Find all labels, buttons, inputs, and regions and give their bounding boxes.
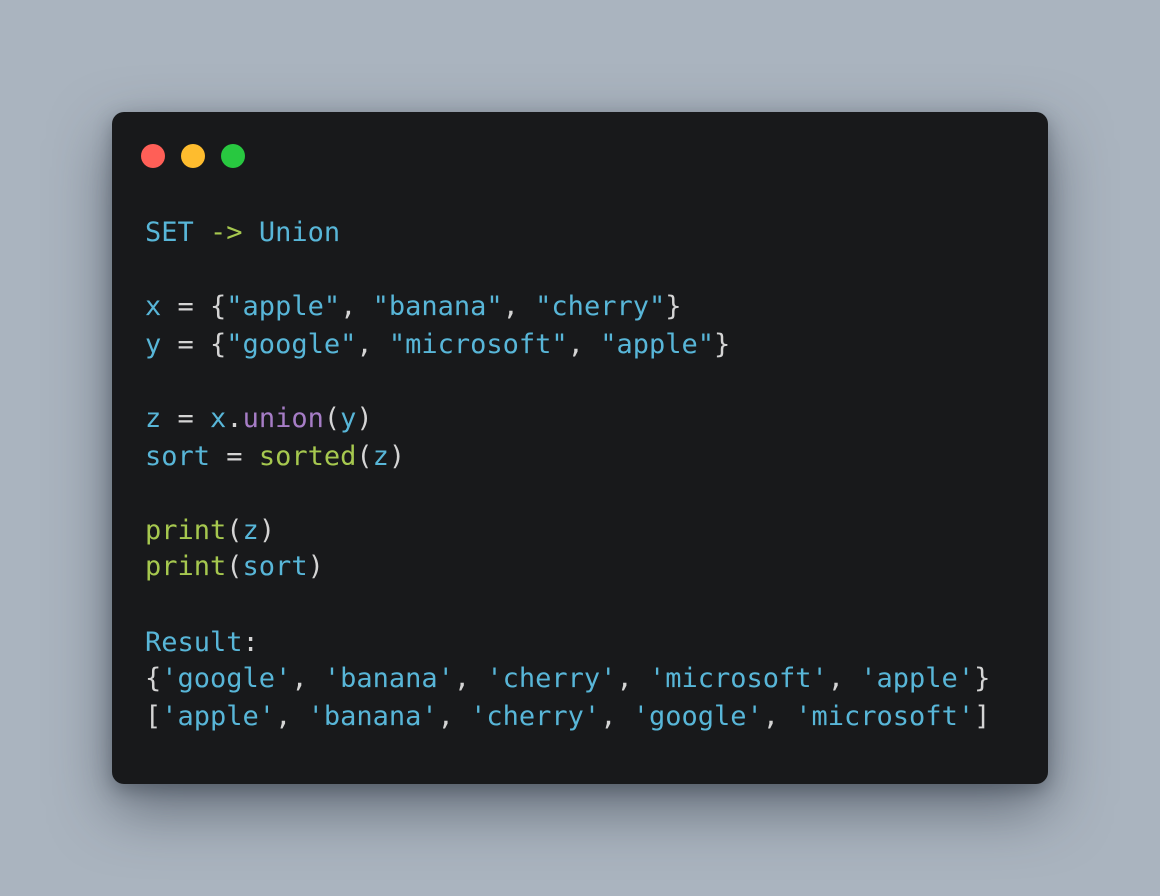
close-paren: ) xyxy=(388,441,406,472)
separator: , xyxy=(453,663,487,694)
string-literal: 'banana' xyxy=(323,663,454,694)
assign-operator: = xyxy=(161,403,211,434)
code-line-print-sort: print(sort) xyxy=(145,549,324,585)
argument: y xyxy=(340,403,357,434)
separator: , xyxy=(600,701,633,732)
code-block: SET -> Union x = {"apple", "banana", "ch… xyxy=(145,215,990,866)
separator: , xyxy=(437,701,471,732)
code-line-print-z: print(z) xyxy=(145,513,275,549)
string-literal: 'cherry' xyxy=(486,663,617,694)
heading-arrow: -> xyxy=(210,217,243,248)
separator: , xyxy=(340,291,373,322)
open-brace: { xyxy=(145,663,162,694)
string-literal: 'cherry' xyxy=(470,701,601,732)
variable-name: sort xyxy=(145,441,211,472)
argument: z xyxy=(372,441,389,472)
close-dot-icon[interactable] xyxy=(141,144,165,168)
open-paren: ( xyxy=(356,441,373,472)
assign-operator: = { xyxy=(161,291,227,322)
open-paren: ( xyxy=(226,551,243,582)
code-window: SET -> Union x = {"apple", "banana", "ch… xyxy=(112,112,1048,784)
variable-name: x xyxy=(145,291,162,322)
code-line-heading: SET -> Union xyxy=(145,215,340,251)
string-literal: "apple" xyxy=(226,291,341,322)
code-line-z: z = x.union(y) xyxy=(145,401,373,437)
code-line-sort: sort = sorted(z) xyxy=(145,439,405,475)
string-literal: 'apple' xyxy=(860,663,975,694)
function-name: sorted xyxy=(258,441,357,472)
method-name: union xyxy=(242,403,324,434)
string-literal: "microsoft" xyxy=(388,329,568,360)
function-name: print xyxy=(145,551,227,582)
result-list-line: ['apple', 'banana', 'cherry', 'google', … xyxy=(145,699,990,735)
variable-name: z xyxy=(145,403,162,434)
heading-left: SET xyxy=(145,217,194,248)
string-literal: 'google' xyxy=(632,701,763,732)
string-literal: 'microsoft' xyxy=(648,663,828,694)
maximize-dot-icon[interactable] xyxy=(221,144,245,168)
assign-operator: = xyxy=(210,441,259,472)
close-brace: } xyxy=(665,291,682,322)
result-label-line: Result: xyxy=(145,625,259,661)
result-set-line: {'google', 'banana', 'cherry', 'microsof… xyxy=(145,661,990,697)
close-brace: } xyxy=(974,663,991,694)
string-literal: "apple" xyxy=(600,329,714,360)
close-bracket: ] xyxy=(974,701,991,732)
string-literal: "banana" xyxy=(372,291,503,322)
separator: , xyxy=(275,701,308,732)
open-bracket: [ xyxy=(145,701,162,732)
argument: sort xyxy=(242,551,308,582)
separator: , xyxy=(567,329,601,360)
close-paren: ) xyxy=(258,515,276,546)
string-literal: 'apple' xyxy=(161,701,276,732)
close-paren: ) xyxy=(356,403,373,434)
function-name: print xyxy=(145,515,227,546)
open-paren: ( xyxy=(323,403,341,434)
string-literal: "google" xyxy=(226,329,357,360)
result-colon: : xyxy=(242,627,259,658)
result-label: Result xyxy=(145,627,243,658)
string-literal: 'google' xyxy=(161,663,292,694)
separator: , xyxy=(827,663,861,694)
variable-name: y xyxy=(145,329,162,360)
string-literal: 'banana' xyxy=(307,701,438,732)
code-line-x: x = {"apple", "banana", "cherry"} xyxy=(145,289,681,325)
object-name: x xyxy=(210,403,227,434)
close-paren: ) xyxy=(307,551,324,582)
separator: , xyxy=(762,701,796,732)
close-brace: } xyxy=(713,329,731,360)
open-paren: ( xyxy=(226,515,243,546)
separator: , xyxy=(502,291,536,322)
argument: z xyxy=(242,515,259,546)
code-line-y: y = {"google", "microsoft", "apple"} xyxy=(145,327,730,363)
heading-right: Union xyxy=(258,217,341,248)
minimize-dot-icon[interactable] xyxy=(181,144,205,168)
string-literal: 'microsoft' xyxy=(795,701,975,732)
separator: , xyxy=(356,329,389,360)
dot-operator: . xyxy=(226,403,243,434)
assign-operator: = { xyxy=(161,329,227,360)
string-literal: "cherry" xyxy=(535,291,666,322)
separator: , xyxy=(291,663,324,694)
separator: , xyxy=(616,663,649,694)
